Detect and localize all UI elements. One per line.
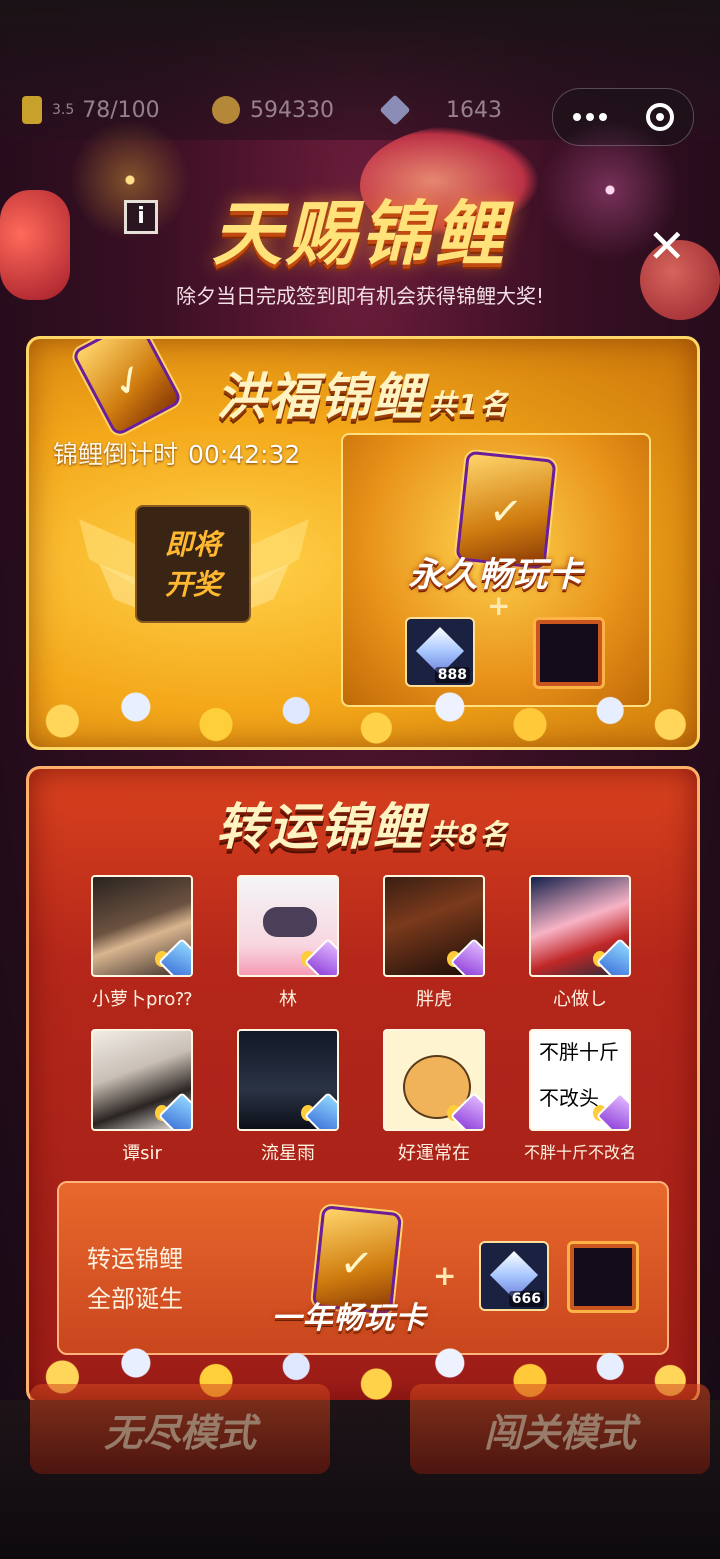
winner-card[interactable]: 小萝卜pro⁇ (91, 875, 193, 1011)
grand-prize-box: 永久畅玩卡 + 888 (341, 433, 651, 707)
rank-badge-icon: 1 (447, 1091, 483, 1129)
gem-icon (379, 94, 411, 126)
draw-button-line2: 开奖 (164, 568, 221, 601)
rank-badge-icon (155, 1091, 191, 1129)
lucky-winners-panel: 转运锦鲤共8名 小萝卜pro⁇ 4 林 8 胖虎 心做し 谭sir (26, 766, 700, 1404)
winner-card[interactable]: 谭sir (91, 1029, 193, 1165)
grand-prize-panel: 洪福锦鲤共1名 锦鲤倒计时 00:42:32 即将 开奖 永久畅玩卡 + 888 (26, 336, 700, 750)
winner-card[interactable]: 4 林 (237, 875, 339, 1011)
avatar (237, 1029, 339, 1131)
page-title: 天赐锦鲤 (212, 193, 508, 275)
avatar (91, 1029, 193, 1131)
lucky-status-text: 转运锦鲤 全部诞生 (87, 1239, 183, 1319)
avatar-frame-reward-item[interactable] (567, 1241, 639, 1313)
coin-icon (212, 96, 240, 124)
winner-name: 小萝卜pro⁇ (91, 989, 193, 1010)
lucky-prize-name: 一年畅玩卡 (271, 1301, 427, 1336)
gem-value: 1643 (446, 97, 502, 123)
winner-card[interactable]: 心做し (529, 875, 631, 1011)
endless-mode-button[interactable]: 无尽模式 (30, 1384, 330, 1474)
gem-reward-qty: 666 (508, 1291, 544, 1307)
coin-counter: 594330 (212, 92, 334, 128)
rank-badge-icon (593, 937, 629, 975)
plus-sign: + (487, 589, 511, 622)
winner-name: 谭sir (122, 1143, 162, 1164)
winner-name: 好運常在 (398, 1143, 470, 1164)
countdown-value: 00:42:32 (188, 440, 301, 469)
plus-sign: + (433, 1259, 457, 1292)
lucky-count: 共8名 (428, 818, 510, 851)
winner-name: 林 (279, 989, 297, 1010)
rank-badge-icon: 8 (447, 937, 483, 975)
winner-card[interactable]: 不胖十斤 不改头 5 不胖十斤不改名 (524, 1029, 636, 1163)
winner-card[interactable]: 1 好運常在 (383, 1029, 485, 1165)
winner-card[interactable]: 8 胖虎 (383, 875, 485, 1011)
winner-card[interactable]: 流星雨 (237, 1029, 339, 1165)
lucky-status-line2: 全部诞生 (87, 1285, 183, 1313)
lucky-title: 转运锦鲤 共8名 (29, 787, 697, 859)
avatar: 不胖十斤 不改头 5 (529, 1029, 631, 1131)
lightning-icon (22, 96, 42, 124)
avatar (529, 875, 631, 977)
rank-badge-icon (155, 937, 191, 975)
avatar (91, 875, 193, 977)
rank-badge-icon: 5 (593, 1091, 629, 1129)
lucky-title-text: 转运锦鲤 (216, 798, 425, 856)
winner-name: 流星雨 (261, 1143, 315, 1164)
avatar: 4 (237, 875, 339, 977)
energy-value: 78/100 (82, 97, 160, 123)
grand-prize-title-text: 洪福锦鲤 (216, 368, 425, 426)
coin-pile-decoration (29, 679, 697, 747)
avatar: 1 (383, 1029, 485, 1131)
winner-name: 心做し (553, 989, 607, 1010)
countdown: 锦鲤倒计时 00:42:32 (53, 435, 300, 471)
coin-value: 594330 (250, 97, 334, 123)
draw-button-line1: 即将 (164, 528, 221, 561)
avatar-text-line1: 不胖十斤 (539, 1040, 619, 1064)
avatar: 8 (383, 875, 485, 977)
rank-badge-icon (301, 1091, 337, 1129)
grand-prize-count: 共1名 (428, 388, 510, 421)
exit-miniprogram-icon[interactable] (645, 103, 674, 131)
draw-pending-button[interactable]: 即将 开奖 (135, 505, 251, 623)
level-mode-button[interactable]: 闯关模式 (410, 1384, 710, 1474)
gem-reward-item[interactable]: 888 (405, 617, 475, 687)
winner-name: 胖虎 (416, 989, 452, 1010)
close-button[interactable]: ✕ (647, 223, 686, 269)
energy-rate: 3.5 (52, 102, 75, 118)
winner-name: 不胖十斤不改名 (523, 1143, 636, 1162)
binoculars-icon (263, 907, 317, 937)
lucky-status-line1: 转运锦鲤 (87, 1245, 183, 1273)
gem-reward-item[interactable]: 666 (479, 1241, 549, 1311)
rank-badge-icon: 4 (301, 937, 337, 975)
countdown-label: 锦鲤倒计时 (53, 440, 179, 469)
gem-counter: 1643 (379, 92, 502, 128)
page-subtitle: 除夕当日完成签到即有机会获得锦鲤大奖! (175, 284, 545, 308)
